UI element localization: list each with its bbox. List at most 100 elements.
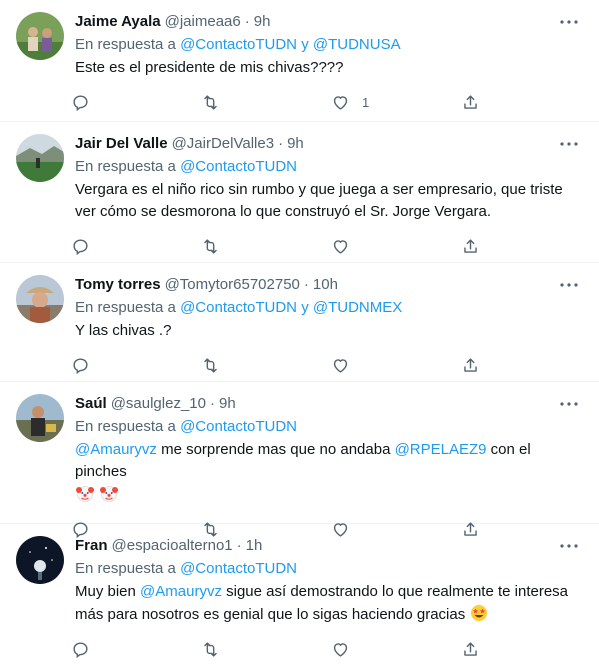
reply-icon <box>73 238 88 255</box>
retweet-icon <box>204 641 217 657</box>
tweet-header: Jair Del Valle @JairDelValle3 · 9h <box>75 132 583 154</box>
tweet[interactable]: Fran @espacioalterno1 · 1h En respuesta … <box>0 524 599 665</box>
reply-button[interactable] <box>63 93 193 112</box>
timestamp[interactable]: 9h <box>287 135 304 152</box>
retweet-button[interactable] <box>193 640 323 659</box>
avatar[interactable] <box>16 394 64 442</box>
share-button[interactable] <box>453 640 488 659</box>
tweet-header: Tomy torres @Tomytor65702750 · 10h <box>75 273 583 295</box>
clown-face-icon <box>76 486 94 502</box>
mention-link[interactable]: @Amauryvz <box>75 441 157 458</box>
tweet-text: Vergara es el niño rico sin rumbo y que … <box>75 181 563 220</box>
mention-link[interactable]: @TUDNUSA <box>313 36 401 53</box>
retweet-icon <box>204 94 217 110</box>
user-handle[interactable]: @JairDelValle3 <box>172 135 275 152</box>
tweet-header: Fran @espacioalterno1 · 1h <box>75 534 583 556</box>
display-name[interactable]: Saúl <box>75 395 107 412</box>
retweet-icon <box>204 357 217 373</box>
reply-context: En respuesta a @ContactoTUDN <box>75 156 583 178</box>
reply-button[interactable] <box>63 640 193 659</box>
clown-face-icon <box>100 486 118 502</box>
user-handle[interactable]: @Tomytor65702750 <box>165 276 300 293</box>
display-name[interactable]: Fran <box>75 537 108 554</box>
avatar[interactable] <box>16 536 64 584</box>
mention-link[interactable]: @ContactoTUDN <box>180 36 297 53</box>
user-handle[interactable]: @jaimeaa6 <box>165 13 241 30</box>
tweet-text: @Amauryvz me sorprende mas que no andaba… <box>75 439 583 506</box>
display-name[interactable]: Tomy torres <box>75 276 161 293</box>
mention-link[interactable]: @Amauryvz <box>140 583 222 600</box>
timestamp[interactable]: 9h <box>219 395 236 412</box>
action-bar <box>63 228 488 264</box>
tweet-text: Este es el presidente de mis chivas???? <box>75 59 344 76</box>
display-name[interactable]: Jair Del Valle <box>75 135 168 152</box>
mention-conjunction[interactable]: y <box>301 299 309 316</box>
reply-icon <box>73 357 88 374</box>
mention-link[interactable]: @ContactoTUDN <box>180 418 297 435</box>
user-handle[interactable]: @espacioalterno1 <box>112 537 233 554</box>
share-icon <box>464 238 477 253</box>
retweet-button[interactable] <box>193 93 323 112</box>
separator-dot: · <box>278 134 284 152</box>
like-button[interactable]: 1 <box>323 93 453 112</box>
share-icon <box>464 94 477 109</box>
mention-link[interactable]: @TUDNMEX <box>313 299 402 316</box>
reply-context: En respuesta a @ContactoTUDN y @TUDNUSA <box>75 34 583 56</box>
mention-link[interactable]: @RPELAEZ9 <box>395 441 487 458</box>
share-icon <box>464 357 477 372</box>
reply-context: En respuesta a @ContactoTUDN <box>75 416 583 438</box>
mention-link[interactable]: @ContactoTUDN <box>180 560 297 577</box>
avatar[interactable] <box>16 275 64 323</box>
tweet[interactable]: Jaime Ayala @jaimeaa6 · 9h En respuesta … <box>0 0 599 122</box>
reply-feed: Jaime Ayala @jaimeaa6 · 9h En respuesta … <box>0 0 599 665</box>
more-options-icon[interactable] <box>559 12 579 32</box>
mention-conjunction[interactable]: y <box>301 36 309 53</box>
action-bar <box>63 631 488 667</box>
reply-prefix: En respuesta a <box>75 560 176 577</box>
retweet-icon <box>204 238 217 254</box>
reply-prefix: En respuesta a <box>75 418 176 435</box>
separator-dot: · <box>209 394 215 412</box>
more-options-icon[interactable] <box>559 275 579 295</box>
avatar[interactable] <box>16 134 64 182</box>
separator-dot: · <box>244 12 250 30</box>
timestamp[interactable]: 10h <box>313 276 338 293</box>
reply-context: En respuesta a @ContactoTUDN <box>75 558 583 580</box>
more-options-icon[interactable] <box>559 394 579 414</box>
heart-icon <box>333 358 348 373</box>
timestamp[interactable]: 1h <box>246 537 263 554</box>
tweet-text-segment: me sorprende mas que no andaba <box>156 441 395 458</box>
share-button[interactable] <box>453 93 488 112</box>
mention-link[interactable]: @ContactoTUDN <box>180 299 297 316</box>
tweet[interactable]: Saúl @saulglez_10 · 9h En respuesta a @C… <box>0 382 599 538</box>
timestamp[interactable]: 9h <box>254 13 271 30</box>
heart-icon <box>333 642 348 657</box>
retweet-button[interactable] <box>193 356 323 375</box>
reply-button[interactable] <box>63 237 193 256</box>
separator-dot: · <box>303 275 309 293</box>
more-options-icon[interactable] <box>559 134 579 154</box>
reply-prefix: En respuesta a <box>75 36 176 53</box>
star-struck-icon <box>471 605 488 621</box>
tweet-text: Muy bien @Amauryvz sigue así demostrando… <box>75 581 583 626</box>
separator-dot: · <box>236 536 242 554</box>
mention-link[interactable]: @ContactoTUDN <box>180 158 297 175</box>
like-button[interactable] <box>323 640 453 659</box>
tweet[interactable]: Tomy torres @Tomytor65702750 · 10h En re… <box>0 263 599 382</box>
heart-icon <box>333 239 348 254</box>
action-bar <box>63 347 488 383</box>
display-name[interactable]: Jaime Ayala <box>75 13 161 30</box>
more-options-icon[interactable] <box>559 536 579 556</box>
like-button[interactable] <box>323 237 453 256</box>
reply-button[interactable] <box>63 356 193 375</box>
like-button[interactable] <box>323 356 453 375</box>
tweet[interactable]: Jair Del Valle @JairDelValle3 · 9h En re… <box>0 122 599 263</box>
avatar[interactable] <box>16 12 64 60</box>
tweet-header: Jaime Ayala @jaimeaa6 · 9h <box>75 10 583 32</box>
share-button[interactable] <box>453 356 488 375</box>
reply-icon <box>73 94 88 111</box>
retweet-button[interactable] <box>193 237 323 256</box>
share-button[interactable] <box>453 237 488 256</box>
user-handle[interactable]: @saulglez_10 <box>111 395 206 412</box>
reply-prefix: En respuesta a <box>75 299 176 316</box>
